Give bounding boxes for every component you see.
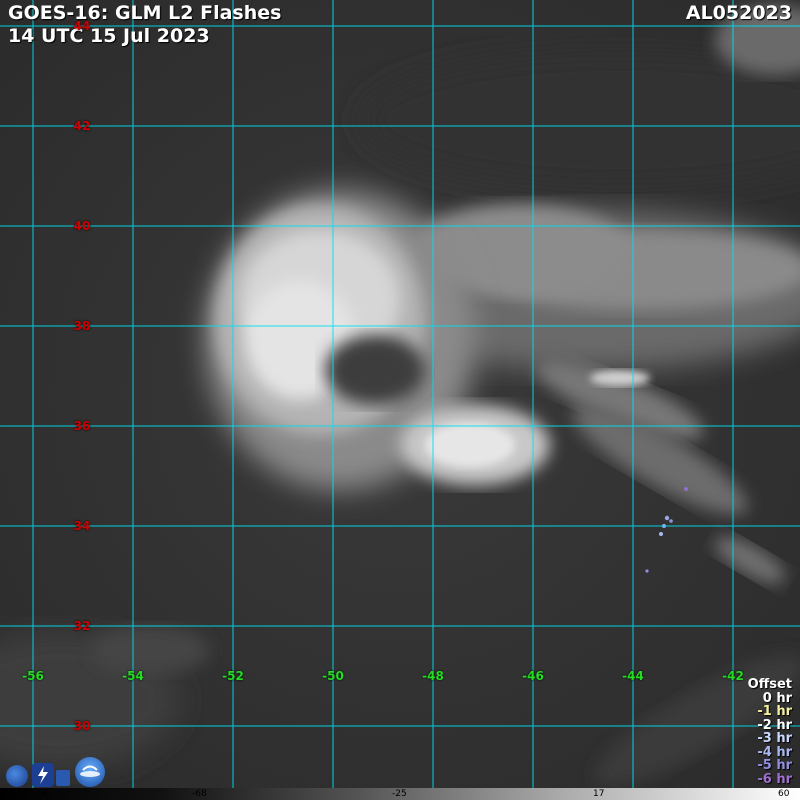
longitude-label: -48	[422, 669, 444, 683]
longitude-label: -50	[322, 669, 344, 683]
legend-item: -1 hr	[757, 704, 792, 719]
longitude-label: -52	[222, 669, 244, 683]
legend-item: 0 hr	[762, 690, 792, 706]
noaa-logo	[6, 765, 28, 787]
longitude-label: -44	[622, 669, 644, 683]
legend-item: -6 hr	[757, 771, 792, 787]
colorbar-tick-label: 17	[593, 789, 605, 799]
latitude-label: 44	[73, 19, 91, 33]
colorbar-tick-label: -68	[192, 789, 207, 799]
latitude-label: 32	[73, 619, 91, 633]
colorbar-unit-label: °C	[38, 789, 49, 799]
nesdis-logo	[32, 763, 54, 787]
colorbar-min-label: -110	[8, 789, 29, 799]
rammb-logo	[75, 757, 105, 787]
satellite-map-view: GOES-16: GLM L2 Flashes 14 UTC 15 Jul 20…	[0, 0, 800, 800]
latitude-label: 30	[73, 719, 91, 733]
latitude-label: 38	[73, 319, 91, 333]
colorbar-max-label: 60	[778, 789, 790, 799]
latitude-label: 36	[73, 419, 91, 433]
longitude-label: -54	[122, 669, 144, 683]
legend-item: -5 hr	[757, 758, 792, 773]
legend-item: -2 hr	[757, 717, 792, 733]
timestamp: 14 UTC 15 Jul 2023	[8, 25, 210, 47]
time-offset-legend: Offset 0 hr -1 hr -2 hr -3 hr -4 hr -5 h…	[748, 678, 792, 786]
latitude-label: 42	[73, 119, 91, 133]
legend-item: -4 hr	[757, 744, 792, 760]
latitude-label: 34	[73, 519, 91, 533]
legend-item: -3 hr	[757, 731, 792, 746]
cira-logo	[56, 770, 70, 786]
longitude-label: -56	[22, 669, 44, 683]
longitude-label: -46	[522, 669, 544, 683]
latitude-label: 40	[73, 219, 91, 233]
product-title: GOES-16: GLM L2 Flashes	[8, 2, 282, 24]
satellite-imagery	[0, 0, 800, 788]
longitude-label: -42	[722, 669, 744, 683]
colorbar-tick-label: -25	[392, 789, 407, 799]
satellite-icon	[80, 765, 100, 777]
storm-id: AL052023	[685, 2, 792, 24]
legend-title: Offset	[747, 677, 792, 692]
lightning-icon	[38, 766, 48, 784]
